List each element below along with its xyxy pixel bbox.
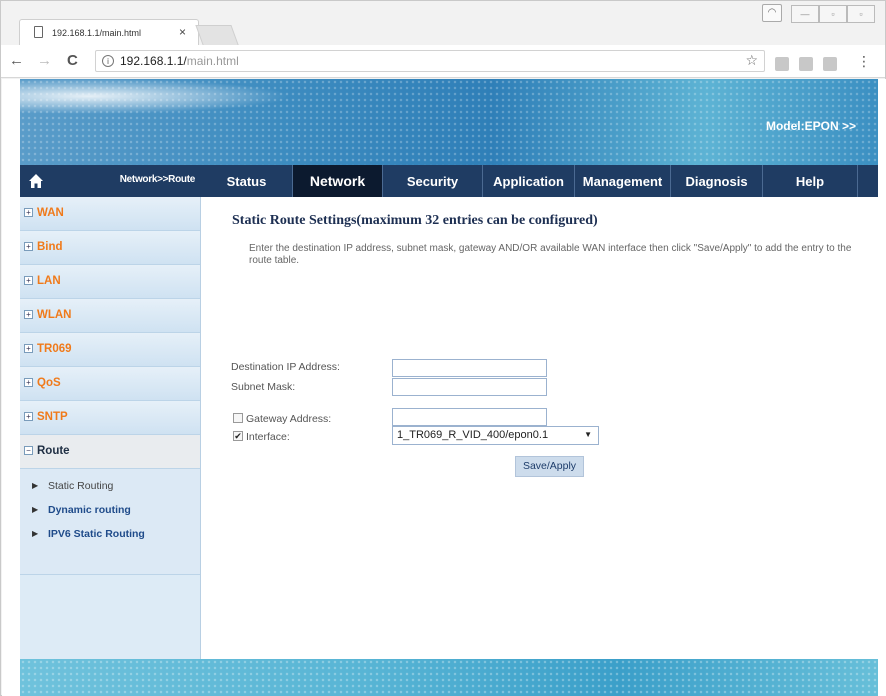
arrow-right-icon: ▶: [32, 505, 39, 514]
close-window-button[interactable]: ▫: [847, 5, 875, 23]
sidebar-header: Network>>Route: [20, 165, 201, 197]
page-title: Static Route Settings(maximum 32 entries…: [232, 213, 598, 228]
sidebar-item-label: WAN: [37, 207, 64, 219]
page-description: Enter the destination IP address, subnet…: [249, 243, 852, 266]
url-path: main.html: [186, 54, 239, 68]
breadcrumb: Network>>Route: [119, 174, 196, 185]
home-icon[interactable]: [28, 173, 44, 189]
header-banner: Model:EPON >>: [20, 79, 878, 165]
browser-tab[interactable]: 192.168.1.1/main.html ×: [19, 19, 199, 45]
submenu-label: IPV6 Static Routing: [48, 528, 145, 540]
arrow-right-icon: ▶: [32, 481, 39, 490]
forward-icon[interactable]: →: [37, 52, 52, 69]
sidebar-item-route[interactable]: − Route: [20, 435, 200, 469]
user-profile-icon[interactable]: ◠: [762, 4, 782, 22]
expand-icon[interactable]: +: [24, 242, 33, 251]
sidebar-item-label: LAN: [37, 275, 61, 287]
submenu-dynamic-routing[interactable]: ▶ Dynamic routing: [20, 501, 200, 525]
sidebar-item-bind[interactable]: + Bind: [20, 231, 200, 265]
extension-icon[interactable]: [799, 57, 813, 71]
submenu-label: Dynamic routing: [48, 504, 131, 516]
router-page: Model:EPON >> Network>>Route Status Netw…: [2, 79, 886, 696]
sidebar-item-wan[interactable]: + WAN: [20, 197, 200, 231]
main-content: Static Route Settings(maximum 32 entries…: [202, 197, 878, 659]
browser-toolbar: ← → C i 192.168.1.1/main.html ☆ ⋮: [1, 45, 885, 78]
collapse-icon[interactable]: −: [24, 446, 33, 455]
url-host: 192.168.1.1/: [120, 54, 187, 68]
back-icon[interactable]: ←: [9, 52, 24, 69]
tab-status[interactable]: Status: [201, 165, 293, 197]
gateway-input[interactable]: [392, 408, 547, 426]
model-link[interactable]: Model:EPON >>: [766, 119, 856, 133]
tab-title: 192.168.1.1/main.html: [52, 28, 142, 38]
dest-ip-input[interactable]: [392, 359, 547, 377]
tab-diagnosis[interactable]: Diagnosis: [671, 165, 763, 197]
sidebar-item-qos[interactable]: + QoS: [20, 367, 200, 401]
bookmark-star-icon[interactable]: ☆: [745, 52, 758, 69]
dest-ip-label: Destination IP Address:: [231, 361, 340, 373]
tab-security[interactable]: Security: [383, 165, 483, 197]
footer-banner: [20, 659, 878, 696]
arrow-right-icon: ▶: [32, 529, 39, 538]
new-tab-button[interactable]: [195, 25, 239, 45]
sidebar-item-label: QoS: [37, 377, 61, 389]
browser-window: 192.168.1.1/main.html × ◠ — ▫ ▫ ← → C i …: [0, 0, 886, 696]
sidebar-item-label: SNTP: [37, 411, 68, 423]
interface-select-value: 1_TR069_R_VID_400/epon0.1: [397, 429, 549, 441]
tab-management[interactable]: Management: [575, 165, 671, 197]
expand-icon[interactable]: +: [24, 412, 33, 421]
tab-help[interactable]: Help: [763, 165, 858, 197]
expand-icon[interactable]: +: [24, 378, 33, 387]
main-nav: Status Network Security Application Mana…: [201, 165, 878, 197]
submenu-static-routing[interactable]: ▶ Static Routing: [20, 477, 200, 501]
interface-select[interactable]: 1_TR069_R_VID_400/epon0.1 ▼: [392, 426, 599, 445]
expand-icon[interactable]: +: [24, 276, 33, 285]
tab-application[interactable]: Application: [483, 165, 575, 197]
window-controls: — ▫ ▫: [791, 5, 875, 23]
tab-network[interactable]: Network: [293, 165, 383, 197]
chevron-down-icon: ▼: [584, 430, 592, 439]
tab-strip: 192.168.1.1/main.html × ◠ — ▫ ▫: [1, 1, 885, 45]
sidebar-item-tr069[interactable]: + TR069: [20, 333, 200, 367]
subnet-mask-input[interactable]: [392, 378, 547, 396]
submenu-ipv6-static-routing[interactable]: ▶ IPV6 Static Routing: [20, 525, 200, 549]
sidebar-item-label: WLAN: [37, 309, 72, 321]
extension-icon[interactable]: [775, 57, 789, 71]
route-submenu: ▶ Static Routing ▶ Dynamic routing ▶ IPV…: [20, 469, 200, 575]
interface-checkbox[interactable]: ✔: [233, 431, 243, 441]
subnet-mask-label: Subnet Mask:: [231, 381, 296, 393]
sidebar-item-lan[interactable]: + LAN: [20, 265, 200, 299]
tab-close-icon[interactable]: ×: [179, 25, 186, 39]
minimize-button[interactable]: —: [791, 5, 819, 23]
url-text: 192.168.1.1/main.html: [120, 54, 239, 68]
sidebar-item-label: Route: [37, 445, 70, 457]
gateway-checkbox[interactable]: [233, 413, 243, 423]
address-bar[interactable]: i 192.168.1.1/main.html ☆: [95, 50, 765, 72]
gateway-label: Gateway Address:: [246, 413, 332, 425]
sidebar-item-label: TR069: [37, 343, 72, 355]
document-icon: [34, 26, 43, 38]
expand-icon[interactable]: +: [24, 310, 33, 319]
expand-icon[interactable]: +: [24, 208, 33, 217]
extension-icon[interactable]: [823, 57, 837, 71]
sidebar-item-wlan[interactable]: + WLAN: [20, 299, 200, 333]
browser-menu-icon[interactable]: ⋮: [857, 53, 871, 70]
save-apply-button[interactable]: Save/Apply: [515, 456, 584, 477]
submenu-label: Static Routing: [48, 480, 114, 492]
sidebar: + WAN + Bind + LAN + WLAN + TR069 + QoS: [20, 197, 201, 659]
maximize-button[interactable]: ▫: [819, 5, 847, 23]
interface-label: Interface:: [246, 431, 290, 443]
reload-icon[interactable]: C: [67, 52, 78, 69]
sidebar-item-sntp[interactable]: + SNTP: [20, 401, 200, 435]
info-icon[interactable]: i: [102, 55, 114, 67]
expand-icon[interactable]: +: [24, 344, 33, 353]
sidebar-item-label: Bind: [37, 241, 63, 253]
